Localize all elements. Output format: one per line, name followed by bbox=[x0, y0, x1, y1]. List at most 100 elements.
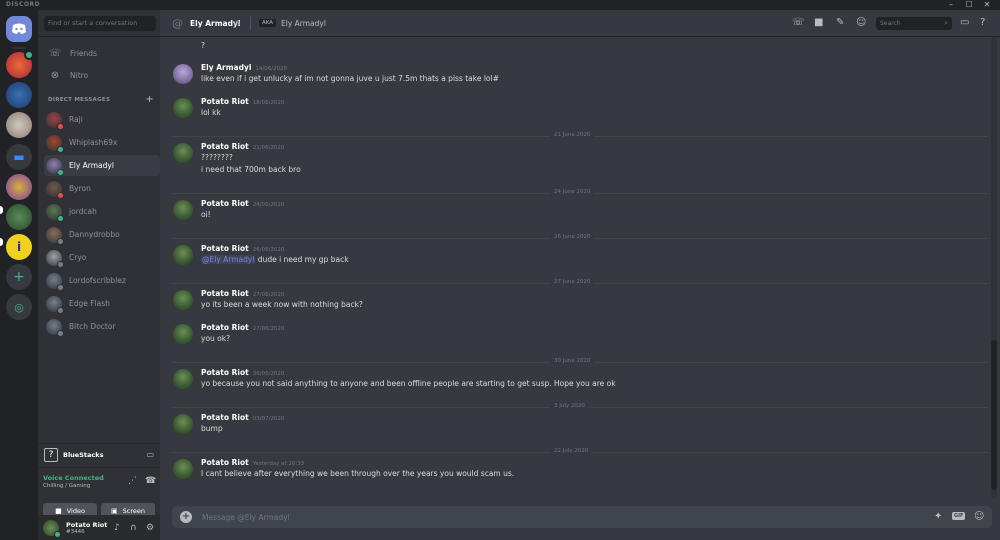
dm-name: Raji bbox=[69, 115, 83, 124]
voice-panel: Voice Connected Chilling / Gaming ⋰ ☎ ■ … bbox=[38, 467, 160, 522]
message-composer[interactable]: + Message @Ely Armadyl ✦ GIF ☺ bbox=[172, 506, 992, 528]
explore-servers-button[interactable]: ◎ bbox=[6, 294, 32, 320]
message-header: Ely Armadyl 14/06/2020 bbox=[201, 63, 287, 72]
message-author[interactable]: Potato Riot bbox=[201, 199, 249, 208]
server-folder[interactable]: ▬ bbox=[6, 144, 32, 170]
gift-icon[interactable]: ✦ bbox=[934, 511, 942, 522]
plus-icon: + bbox=[13, 269, 25, 285]
mute-mic-icon[interactable]: ♪ bbox=[114, 523, 120, 533]
pinned-messages-icon[interactable]: ✎ bbox=[836, 17, 844, 28]
add-server-button[interactable]: + bbox=[6, 264, 32, 290]
server-icon[interactable] bbox=[6, 204, 32, 230]
message-avatar[interactable] bbox=[173, 200, 193, 220]
server-icon[interactable] bbox=[6, 174, 32, 200]
upload-button[interactable]: + bbox=[180, 511, 192, 523]
chat-header: @ Ely Armadyl ◎ AKA Ely Armadyl ☏ ■ ✎ ☺ … bbox=[160, 10, 1000, 37]
monitor-icon[interactable]: ▭ bbox=[146, 450, 154, 459]
message-timestamp: 14/06/2020 bbox=[255, 66, 288, 72]
dm-name: Whiplash69x bbox=[69, 138, 118, 147]
message-avatar[interactable] bbox=[173, 64, 193, 84]
user-avatar[interactable] bbox=[43, 519, 61, 538]
message-avatar[interactable] bbox=[173, 459, 193, 479]
disconnect-icon[interactable]: ☎ bbox=[145, 476, 156, 486]
nav-nitro[interactable]: ⊗ Nitro bbox=[44, 65, 156, 85]
message-avatar[interactable] bbox=[173, 369, 193, 389]
message-author[interactable]: Potato Riot bbox=[201, 244, 249, 253]
message-input-placeholder[interactable]: Message @Ely Armadyl bbox=[202, 513, 290, 522]
dm-header-label: DIRECT MESSAGES bbox=[48, 97, 111, 103]
nav-nitro-label: Nitro bbox=[70, 70, 89, 80]
dm-item[interactable]: Dannydrobbo bbox=[44, 224, 160, 245]
close-window-button[interactable]: ✕ bbox=[980, 0, 994, 10]
server-icon[interactable] bbox=[6, 112, 32, 138]
message-text: lol kk bbox=[201, 108, 221, 117]
search-icon: ⌕ bbox=[944, 19, 948, 27]
message-author[interactable]: Potato Riot bbox=[201, 323, 249, 332]
server-separator bbox=[12, 47, 26, 49]
message-author[interactable]: Potato Riot bbox=[201, 458, 249, 467]
message-author[interactable]: Potato Riot bbox=[201, 289, 249, 298]
voice-channel[interactable]: Chilling / Gaming bbox=[43, 483, 90, 489]
home-button[interactable] bbox=[6, 16, 32, 42]
message-author[interactable]: Potato Riot bbox=[201, 97, 249, 106]
dm-item[interactable]: jordcah bbox=[44, 201, 160, 222]
maximize-button[interactable]: ☐ bbox=[962, 0, 976, 10]
dm-item[interactable]: Cryo bbox=[44, 247, 160, 268]
voice-status[interactable]: Voice Connected bbox=[43, 474, 104, 482]
server-icon[interactable]: i bbox=[6, 234, 32, 260]
message-timestamp: 26/06/2020 bbox=[252, 247, 285, 253]
minimize-button[interactable]: – bbox=[944, 0, 958, 10]
video-call-icon[interactable]: ■ bbox=[814, 17, 823, 28]
message-timestamp: 18/06/2020 bbox=[252, 100, 285, 106]
message-avatar[interactable] bbox=[173, 143, 193, 163]
server-icon[interactable] bbox=[6, 82, 32, 108]
message-text-content: oi! bbox=[201, 210, 211, 219]
message-author[interactable]: Potato Riot bbox=[201, 368, 249, 377]
noise-suppression-icon[interactable]: ⋰ bbox=[128, 476, 137, 486]
message-author[interactable]: Ely Armadyl bbox=[201, 63, 251, 72]
user-panel: Potato Riot #3446 ♪ ∩ ⚙ bbox=[38, 515, 160, 540]
dm-item[interactable]: Edge Flash bbox=[44, 293, 160, 314]
date-divider: 27 June 2020 bbox=[172, 279, 988, 285]
emoji-icon[interactable]: ☺ bbox=[974, 511, 984, 522]
headphones-icon[interactable]: ∩ bbox=[130, 523, 137, 533]
inbox-icon[interactable]: ▭ bbox=[960, 17, 969, 28]
message-text: ???????? bbox=[201, 153, 233, 162]
message-avatar[interactable] bbox=[173, 290, 193, 310]
dm-item[interactable]: Byron bbox=[44, 178, 160, 199]
message-author[interactable]: Potato Riot bbox=[201, 413, 249, 422]
dm-name: Bitch Doctor bbox=[69, 322, 116, 331]
help-icon[interactable]: ? bbox=[980, 17, 985, 28]
message-avatar[interactable] bbox=[173, 245, 193, 265]
message-header: Potato Riot 30/06/2020 bbox=[201, 368, 284, 377]
screen-share-icon: ▣ bbox=[111, 507, 118, 515]
find-conversation-button[interactable]: Find or start a conversation bbox=[44, 16, 156, 31]
create-dm-button[interactable]: + bbox=[145, 94, 154, 105]
message-avatar[interactable] bbox=[173, 98, 193, 118]
dm-item[interactable]: Raji bbox=[44, 109, 160, 130]
dm-item[interactable]: Ely Armadyl bbox=[44, 155, 160, 176]
message-avatar[interactable] bbox=[173, 324, 193, 344]
server-rail: ▬ i + ◎ bbox=[0, 10, 38, 540]
add-friend-to-dm-icon[interactable]: ☺ bbox=[856, 17, 866, 28]
header-search-input[interactable]: Search ⌕ bbox=[876, 17, 952, 30]
message-text: i need that 700m back bro bbox=[201, 165, 301, 174]
server-badge bbox=[24, 50, 34, 60]
message-avatar[interactable] bbox=[173, 414, 193, 434]
date-divider-label: 24 June 2020 bbox=[550, 189, 595, 195]
nav-friends[interactable]: ☏ Friends bbox=[44, 43, 156, 63]
dm-item[interactable]: Whiplash69x bbox=[44, 132, 160, 153]
server-icon[interactable] bbox=[6, 50, 34, 78]
gif-button[interactable]: GIF bbox=[952, 512, 966, 520]
app-brand: DISCORD bbox=[6, 1, 41, 8]
dm-item[interactable]: Lordofscribblez bbox=[44, 270, 160, 291]
channel-name: Ely Armadyl bbox=[190, 19, 241, 28]
settings-gear-icon[interactable]: ⚙ bbox=[146, 523, 154, 533]
voice-call-icon[interactable]: ☏ bbox=[792, 17, 805, 28]
scrollbar-thumb[interactable] bbox=[991, 340, 997, 490]
user-mention[interactable]: @Ely Armadyl bbox=[201, 255, 256, 264]
dm-item[interactable]: Bitch Doctor bbox=[44, 316, 160, 337]
message-text-content: you ok? bbox=[201, 334, 231, 343]
message-author[interactable]: Potato Riot bbox=[201, 142, 249, 151]
avatar bbox=[46, 318, 64, 337]
